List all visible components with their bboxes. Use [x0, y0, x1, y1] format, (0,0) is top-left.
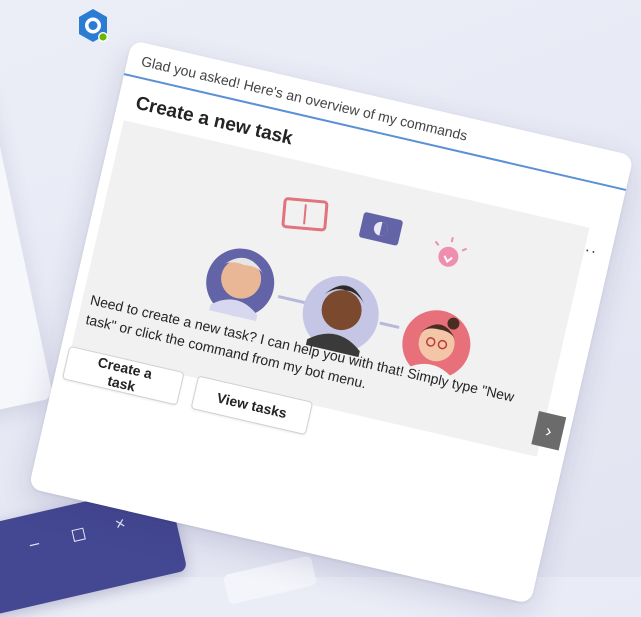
background-panel	[222, 555, 318, 605]
next-card-button[interactable]: ›	[531, 411, 567, 451]
background-window	[0, 75, 54, 415]
card-icon	[281, 197, 329, 232]
bot-intro-message: Glad you asked! Here's an overview of my…	[139, 52, 469, 144]
lightbulb-icon	[434, 237, 468, 267]
close-button[interactable]: ×	[113, 513, 127, 535]
maximize-button[interactable]	[71, 527, 86, 542]
connector	[277, 294, 306, 305]
screen-icon	[359, 212, 403, 246]
connector	[379, 321, 400, 329]
minimize-button[interactable]: –	[27, 533, 41, 555]
person-avatar-1	[206, 248, 275, 322]
bot-avatar-icon[interactable]	[74, 7, 112, 45]
chevron-right-icon: ›	[543, 419, 555, 441]
online-status-icon	[99, 33, 107, 41]
